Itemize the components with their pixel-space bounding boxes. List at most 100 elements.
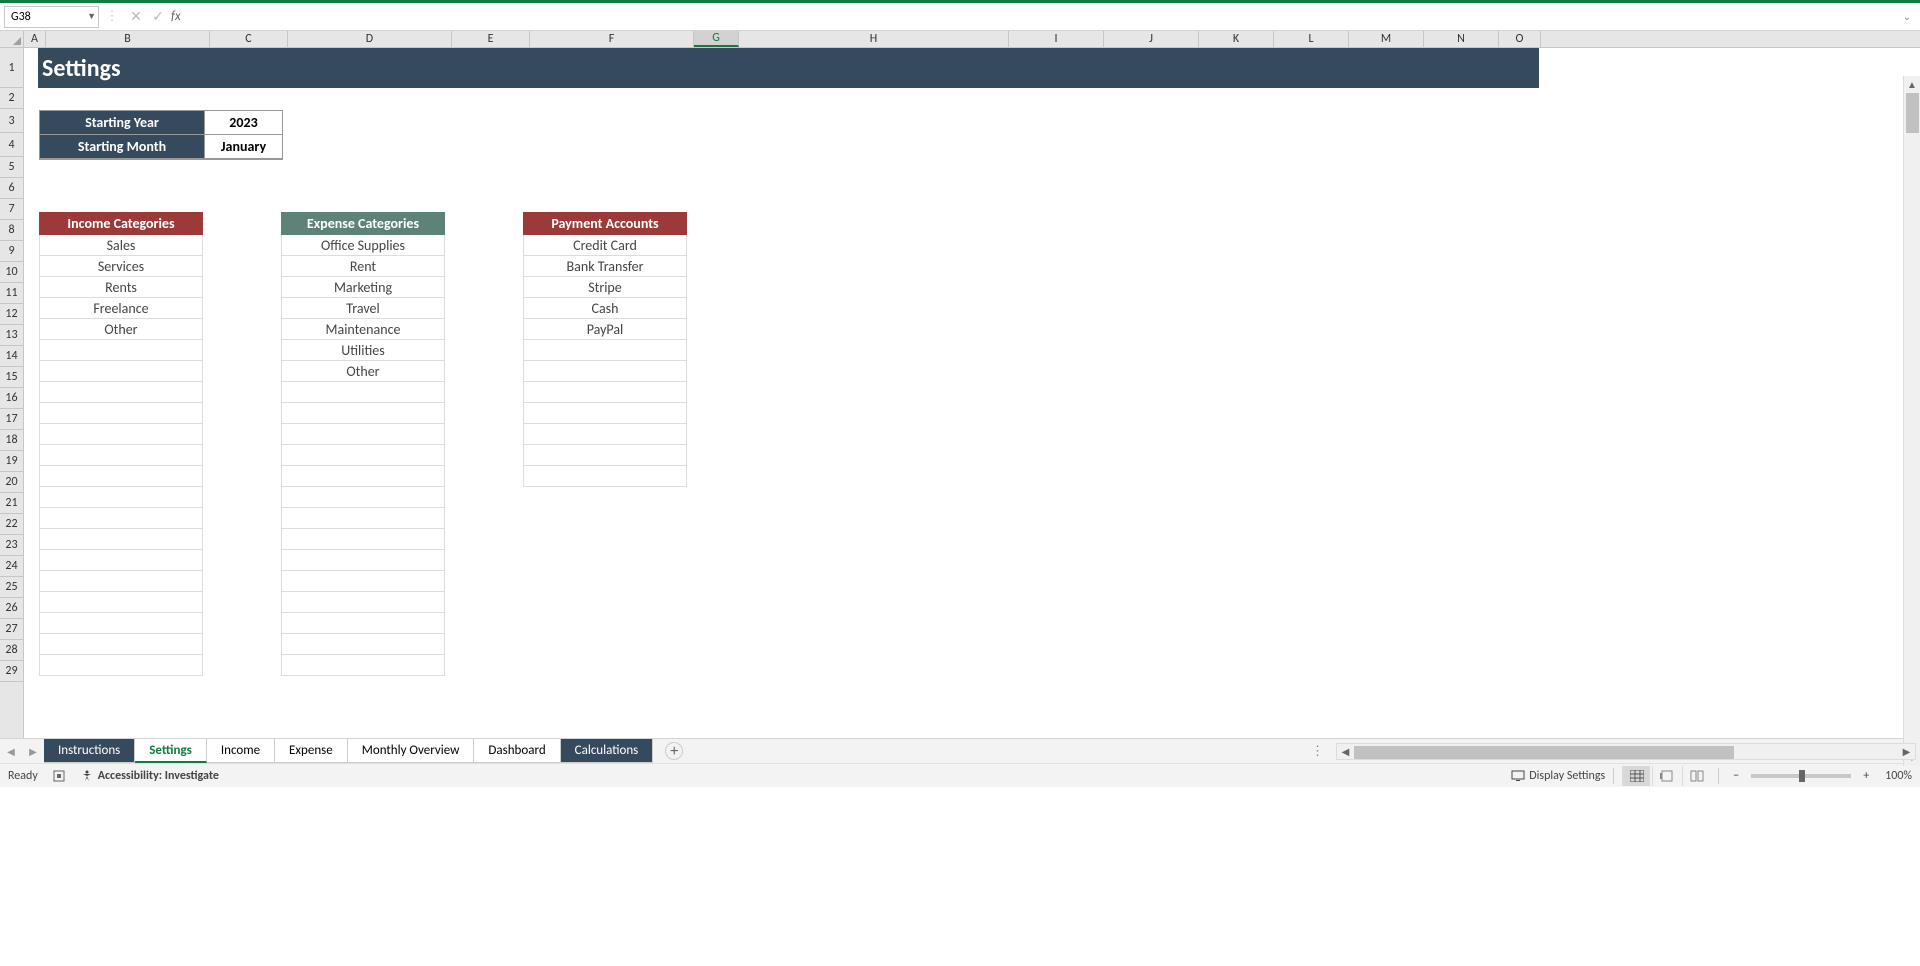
list-item[interactable] [39,340,203,361]
list-item[interactable]: Rent [281,256,445,277]
zoom-slider-thumb[interactable] [1799,770,1805,782]
list-item[interactable] [39,529,203,550]
list-item[interactable] [523,403,687,424]
list-item[interactable] [281,592,445,613]
row-header[interactable]: 12 [0,304,23,325]
list-item[interactable] [281,466,445,487]
list-item[interactable]: Stripe [523,277,687,298]
list-item[interactable] [39,613,203,634]
list-item[interactable] [281,487,445,508]
list-item[interactable] [281,571,445,592]
row-header[interactable]: 14 [0,346,23,367]
row-header[interactable]: 7 [0,199,23,220]
row-header[interactable]: 10 [0,262,23,283]
horizontal-scroll-thumb[interactable] [1354,746,1734,759]
column-header[interactable]: C [210,31,288,47]
column-header[interactable]: I [1009,31,1104,47]
zoom-level[interactable]: 100% [1885,769,1912,783]
row-header[interactable]: 17 [0,409,23,430]
fx-icon[interactable]: fx [171,9,181,24]
column-header[interactable]: A [24,31,46,47]
page-layout-view-button[interactable] [1652,766,1680,786]
list-item[interactable] [39,571,203,592]
row-header[interactable]: 19 [0,451,23,472]
column-header[interactable]: J [1104,31,1199,47]
column-header[interactable]: O [1499,31,1541,47]
column-header[interactable]: K [1199,31,1274,47]
list-item[interactable]: Bank Transfer [523,256,687,277]
sheet-tab[interactable]: Calculations [561,739,654,763]
list-item[interactable]: Marketing [281,277,445,298]
vertical-scrollbar[interactable]: ▲ ▼ [1903,76,1920,766]
row-header[interactable]: 21 [0,493,23,514]
list-item[interactable] [39,634,203,655]
add-sheet-button[interactable]: + [665,742,683,760]
list-item[interactable] [523,445,687,466]
column-header[interactable]: B [46,31,210,47]
column-header[interactable]: H [739,31,1009,47]
list-item[interactable] [281,424,445,445]
tab-nav-prev-icon[interactable]: ◀ [0,740,22,762]
list-item[interactable] [39,382,203,403]
list-item[interactable] [281,613,445,634]
list-item[interactable]: Utilities [281,340,445,361]
list-item[interactable]: Cash [523,298,687,319]
row-header[interactable]: 26 [0,598,23,619]
zoom-slider[interactable] [1751,774,1851,778]
list-item[interactable] [281,382,445,403]
list-item[interactable] [39,361,203,382]
display-settings-button[interactable]: Display Settings [1511,769,1605,783]
list-item[interactable] [523,466,687,487]
list-item[interactable] [39,655,203,676]
list-item[interactable]: Travel [281,298,445,319]
row-header[interactable]: 11 [0,283,23,304]
sheet-tab[interactable]: Income [207,739,275,763]
row-header[interactable]: 1 [0,48,23,88]
name-box[interactable]: G38 ▼ [4,6,99,28]
select-all-corner[interactable] [0,31,24,48]
row-header[interactable]: 24 [0,556,23,577]
list-item[interactable]: Office Supplies [281,235,445,256]
normal-view-button[interactable] [1622,766,1650,786]
cells-area[interactable]: Settings Starting Year 2023 Starting Mon… [24,48,1920,738]
zoom-in-button[interactable]: + [1857,769,1875,783]
starting-year-value[interactable]: 2023 [204,111,282,135]
sheet-tab[interactable]: Instructions [44,739,135,763]
column-header[interactable]: M [1349,31,1424,47]
scroll-right-icon[interactable]: ▶ [1898,743,1915,760]
list-item[interactable] [281,550,445,571]
tab-nav-next-icon[interactable]: ▶ [22,740,44,762]
list-item[interactable]: Other [39,319,203,340]
row-header[interactable]: 16 [0,388,23,409]
formula-input[interactable] [187,6,1898,28]
row-header[interactable]: 29 [0,661,23,682]
vertical-scroll-thumb[interactable] [1906,93,1919,133]
row-header[interactable]: 15 [0,367,23,388]
expand-formula-bar-icon[interactable]: ⌄ [1898,10,1916,23]
list-item[interactable]: Other [281,361,445,382]
row-header[interactable]: 4 [0,133,23,157]
column-header[interactable]: F [530,31,694,47]
zoom-out-button[interactable]: − [1727,769,1745,783]
column-header[interactable]: L [1274,31,1349,47]
list-item[interactable] [39,487,203,508]
list-item[interactable] [523,424,687,445]
list-item[interactable] [39,445,203,466]
scroll-left-icon[interactable]: ◀ [1337,743,1354,760]
starting-month-value[interactable]: January [204,135,282,159]
row-header[interactable]: 6 [0,178,23,199]
list-item[interactable] [281,634,445,655]
sheet-tab[interactable]: Expense [275,739,348,763]
tab-split-handle-icon[interactable]: ⋮ [1311,744,1324,759]
list-item[interactable] [523,361,687,382]
list-item[interactable]: Credit Card [523,235,687,256]
horizontal-scrollbar[interactable]: ◀ ▶ [1336,743,1916,760]
list-item[interactable] [39,592,203,613]
column-header[interactable]: N [1424,31,1499,47]
row-header[interactable]: 5 [0,157,23,178]
list-item[interactable] [39,424,203,445]
list-item[interactable]: Rents [39,277,203,298]
list-item[interactable] [281,445,445,466]
row-header[interactable]: 20 [0,472,23,493]
row-header[interactable]: 27 [0,619,23,640]
